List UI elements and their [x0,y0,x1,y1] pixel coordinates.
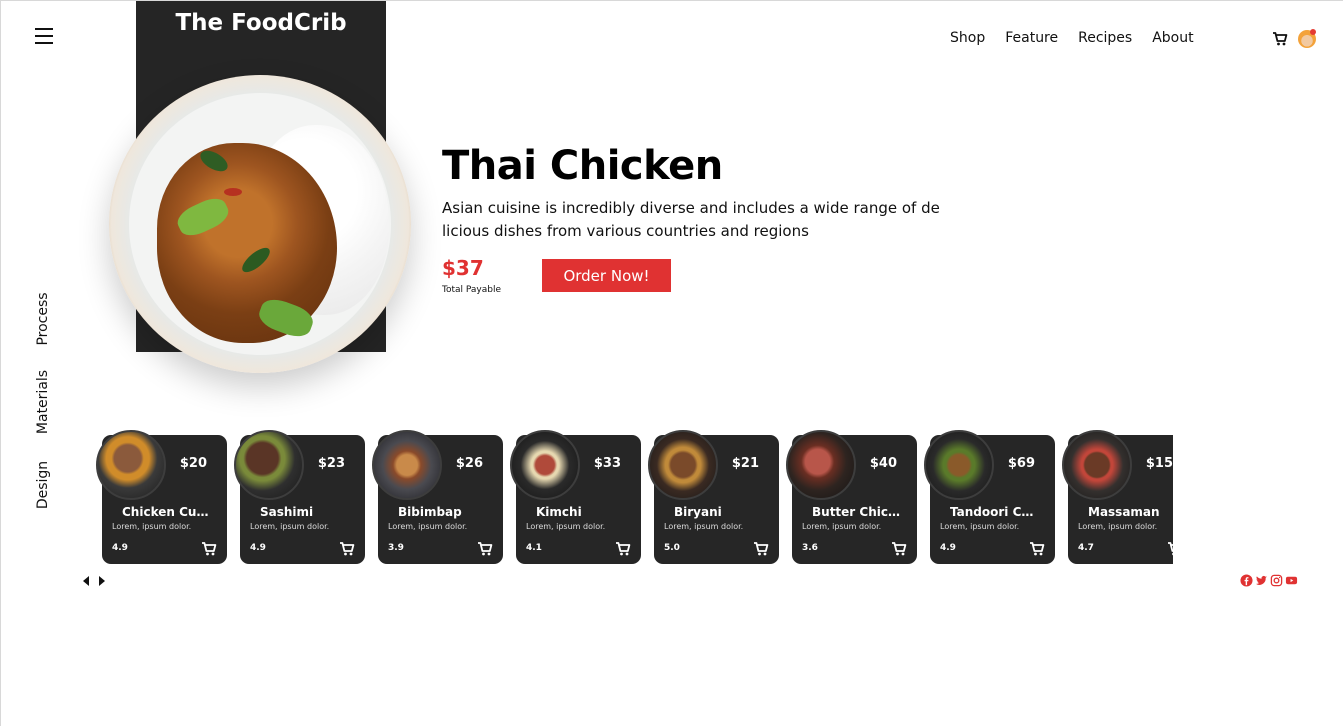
card-description: Lorem, ipsum dolor. [1078,522,1158,531]
dish-image [510,430,580,500]
card-name: Massaman [1088,505,1160,519]
plate-inner [129,93,391,355]
card-price: $15 [1145,456,1173,471]
card-description: Lorem, ipsum dolor. [112,522,192,531]
card-price: $33 [593,456,621,471]
dish-image [786,430,856,500]
dish-image [96,430,166,500]
side-nav-design[interactable]: Design [35,461,51,509]
carousel-controls [83,576,105,586]
card-description: Lorem, ipsum dolor. [802,522,882,531]
card-name: Sashimi [260,505,314,519]
brand-title[interactable]: The FoodCrib [136,10,386,36]
dish-image [924,430,994,500]
add-to-cart-icon[interactable] [1167,541,1173,557]
add-to-cart-icon[interactable] [1029,541,1045,557]
card-price: $26 [455,456,483,471]
dish-card[interactable]: $69 Tandoori Cu... Lorem, ipsum dolor. 4… [924,430,1055,564]
page: Process Materials Design The FoodCrib Sh… [0,0,1343,726]
add-to-cart-icon[interactable] [201,541,217,557]
card-description: Lorem, ipsum dolor. [664,522,744,531]
hero-price: $37 [442,256,484,280]
card-rating: 4.9 [250,543,266,553]
hero-dish-image [109,75,411,373]
add-to-cart-icon[interactable] [891,541,907,557]
card-rating: 4.1 [526,543,542,553]
dish-card[interactable]: $15 Massaman Lorem, ipsum dolor. 4.7 [1062,430,1173,564]
nav-shop[interactable]: Shop [950,30,985,46]
twitter-icon[interactable] [1255,574,1268,587]
side-nav: Process Materials Design [25,286,61,516]
nav-recipes[interactable]: Recipes [1078,30,1132,46]
card-description: Lorem, ipsum dolor. [250,522,330,531]
card-price: $40 [869,456,897,471]
youtube-icon[interactable] [1285,574,1298,587]
dish-carousel: $20 Chicken Cur... Lorem, ipsum dolor. 4… [91,421,1173,571]
add-to-cart-icon[interactable] [477,541,493,557]
card-rating: 4.9 [940,543,956,553]
card-name: Tandoori Cu... [950,505,1038,519]
card-price: $23 [317,456,345,471]
facebook-icon[interactable] [1240,574,1253,587]
dish-card[interactable]: $33 Kimchi Lorem, ipsum dolor. 4.1 [510,430,641,564]
add-to-cart-icon[interactable] [615,541,631,557]
card-description: Lorem, ipsum dolor. [388,522,468,531]
card-rating: 4.9 [112,543,128,553]
card-name: Bibimbap [398,505,462,519]
card-name: Biryani [674,505,722,519]
order-now-button[interactable]: Order Now! [542,259,671,292]
arrow-left-icon[interactable] [83,576,89,586]
dish-image [648,430,718,500]
chili [224,188,242,196]
dish-card[interactable]: $20 Chicken Cur... Lorem, ipsum dolor. 4… [96,430,227,564]
add-to-cart-icon[interactable] [753,541,769,557]
nav-about[interactable]: About [1152,30,1193,46]
notification-dot [1310,29,1316,35]
card-price: $69 [1007,456,1035,471]
side-nav-process[interactable]: Process [35,292,51,345]
instagram-icon[interactable] [1270,574,1283,587]
card-rating: 5.0 [664,543,680,553]
add-to-cart-icon[interactable] [339,541,355,557]
card-name: Butter Chick... [812,505,900,519]
price-label: Total Payable [442,285,502,295]
side-nav-materials[interactable]: Materials [35,370,51,434]
hamburger-icon[interactable] [35,28,53,44]
shopping-cart-icon[interactable] [1272,31,1288,47]
arrow-right-icon[interactable] [99,576,105,586]
hero-title: Thai Chicken [442,143,723,189]
card-rating: 3.6 [802,543,818,553]
card-price: $21 [731,456,759,471]
card-rating: 3.9 [388,543,404,553]
dish-card[interactable]: $40 Butter Chick... Lorem, ipsum dolor. … [786,430,917,564]
card-price: $20 [179,456,207,471]
dish-card[interactable]: $26 Bibimbap Lorem, ipsum dolor. 3.9 [372,430,503,564]
dish-image [1062,430,1132,500]
card-description: Lorem, ipsum dolor. [940,522,1020,531]
dish-image [234,430,304,500]
card-name: Kimchi [536,505,582,519]
nav-feature[interactable]: Feature [1005,30,1058,46]
social-links [1240,574,1298,587]
dish-card[interactable]: $23 Sashimi Lorem, ipsum dolor. 4.9 [234,430,365,564]
card-rating: 4.7 [1078,543,1094,553]
top-nav: Shop Feature Recipes About [950,30,1194,46]
card-description: Lorem, ipsum dolor. [526,522,606,531]
dish-image [372,430,442,500]
card-name: Chicken Cur... [122,505,210,519]
dish-card[interactable]: $21 Biryani Lorem, ipsum dolor. 5.0 [648,430,779,564]
hero-description: Asian cuisine is incredibly diverse and … [442,199,940,240]
